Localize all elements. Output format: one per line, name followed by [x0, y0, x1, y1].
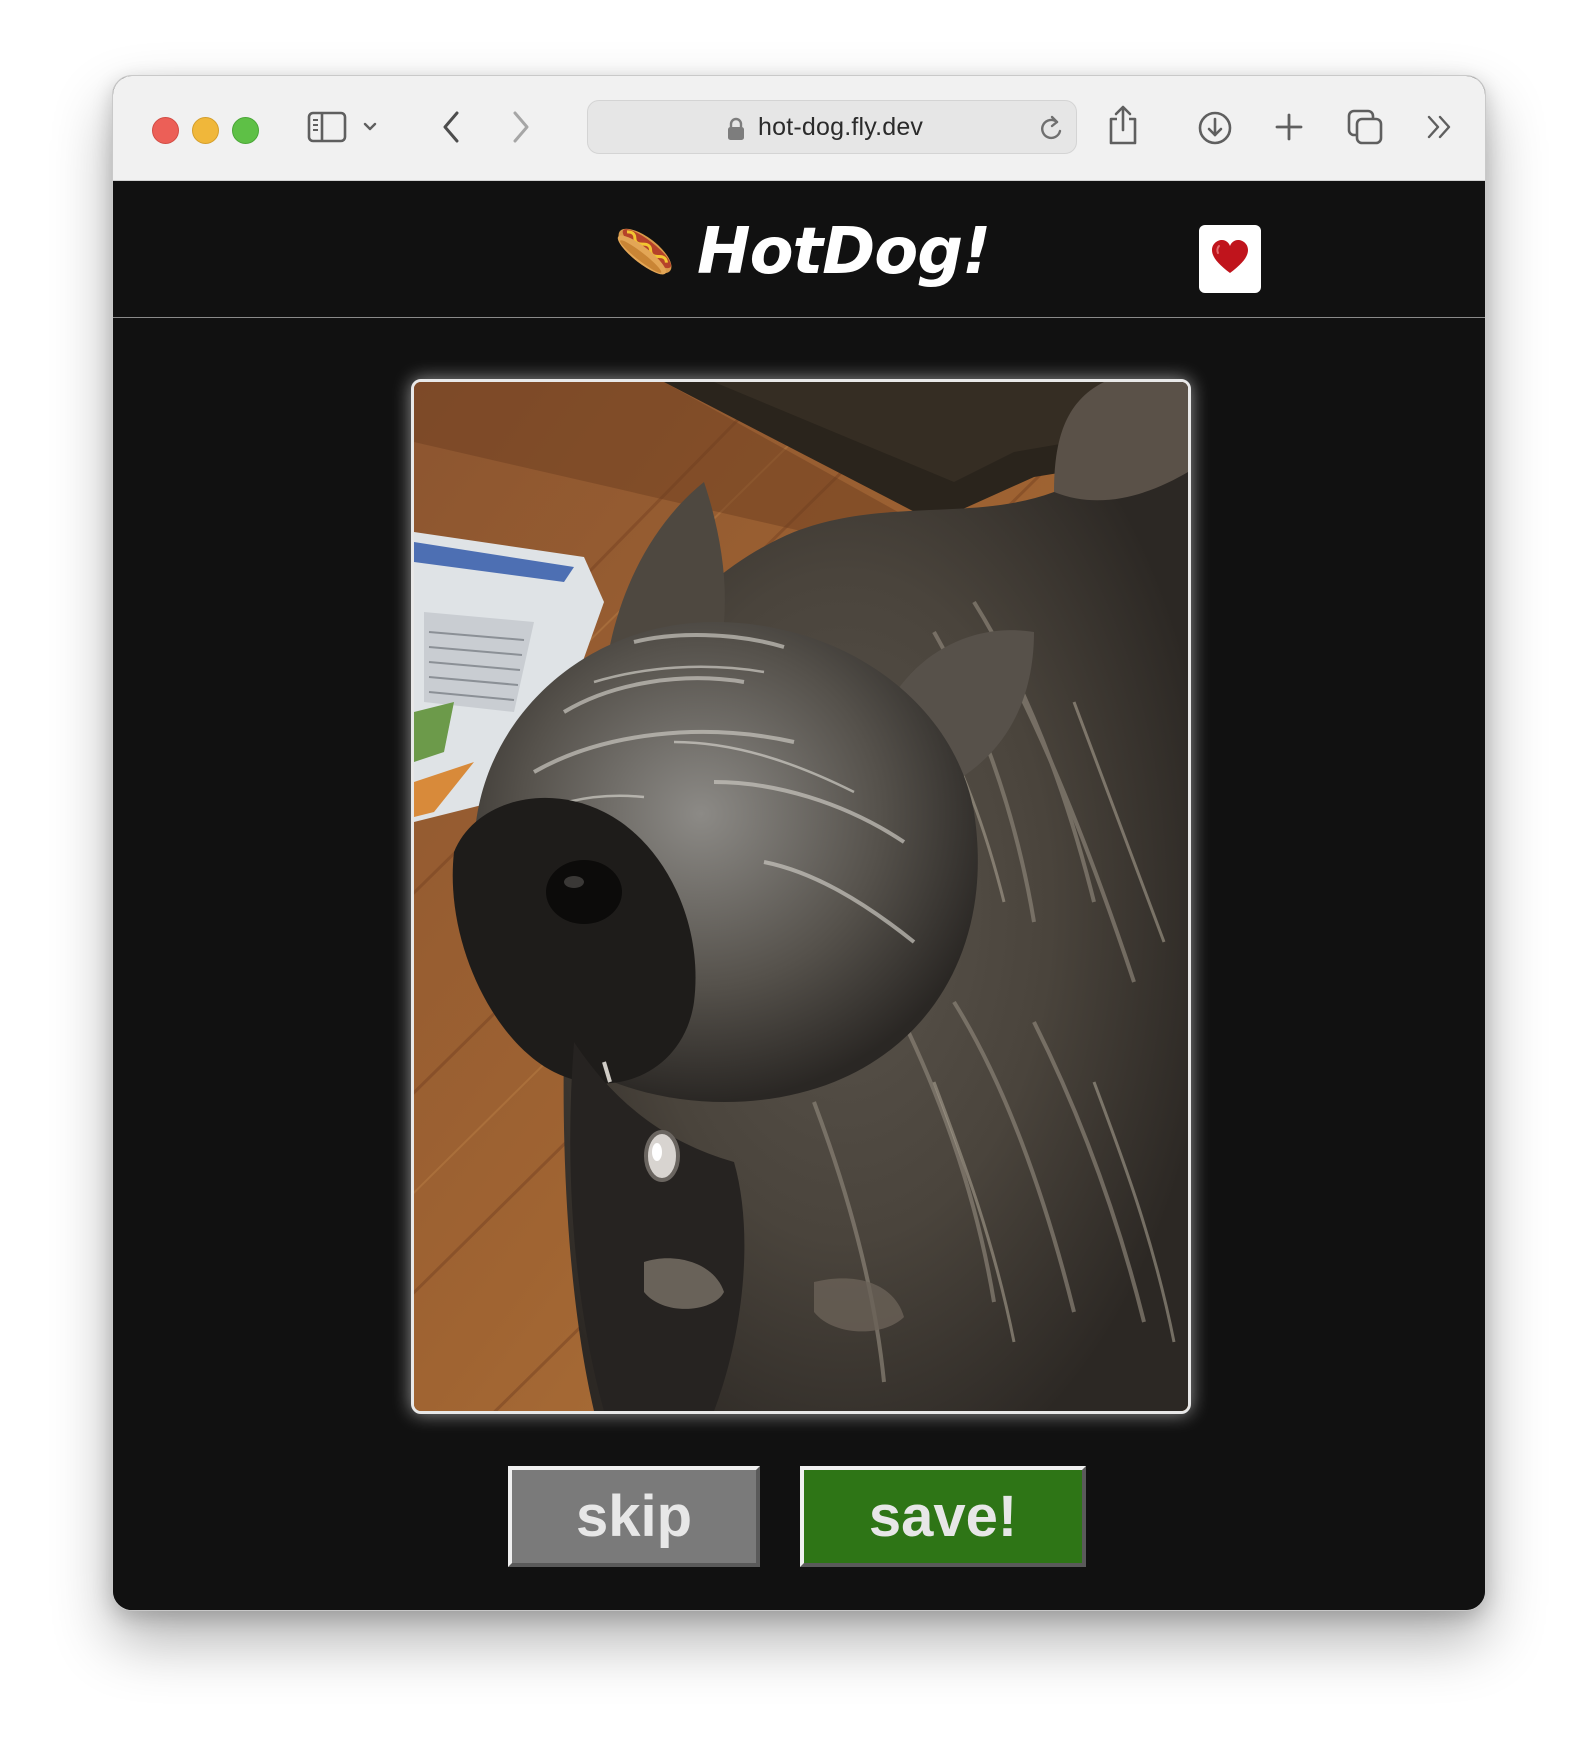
app-title: HotDog! — [697, 215, 991, 289]
browser-window: hot-dog.fly.dev HotDog! skip save! — [112, 75, 1486, 1611]
dog-photo — [411, 379, 1191, 1414]
minimize-window-button[interactable] — [192, 117, 219, 144]
url-text: hot-dog.fly.dev — [758, 113, 924, 141]
app-header: HotDog! — [113, 181, 1485, 318]
close-window-button[interactable] — [152, 117, 179, 144]
page-content: HotDog! skip save! — [113, 181, 1485, 1610]
hot-dog-icon — [611, 219, 679, 287]
plus-icon[interactable] — [1271, 109, 1307, 145]
favorites-button[interactable] — [1199, 225, 1261, 293]
tab-overview-icon[interactable] — [1345, 107, 1385, 147]
sidebar-icon[interactable] — [307, 110, 347, 144]
zoom-window-button[interactable] — [232, 117, 259, 144]
reload-icon[interactable] — [1038, 113, 1066, 147]
share-icon[interactable] — [1105, 102, 1141, 148]
back-arrow-icon[interactable] — [437, 108, 465, 146]
chevron-down-icon[interactable] — [361, 116, 379, 138]
lock-icon — [727, 117, 745, 145]
chevron-double-right-icon[interactable] — [1423, 111, 1457, 143]
browser-toolbar: hot-dog.fly.dev — [113, 76, 1485, 181]
save-button[interactable]: save! — [800, 1466, 1086, 1567]
dog-photo-image — [414, 382, 1188, 1411]
download-icon[interactable] — [1196, 109, 1234, 147]
address-bar[interactable]: hot-dog.fly.dev — [587, 100, 1077, 154]
forward-arrow-icon[interactable] — [507, 108, 535, 146]
skip-button[interactable]: skip — [508, 1466, 760, 1567]
heart-icon — [1210, 239, 1250, 279]
